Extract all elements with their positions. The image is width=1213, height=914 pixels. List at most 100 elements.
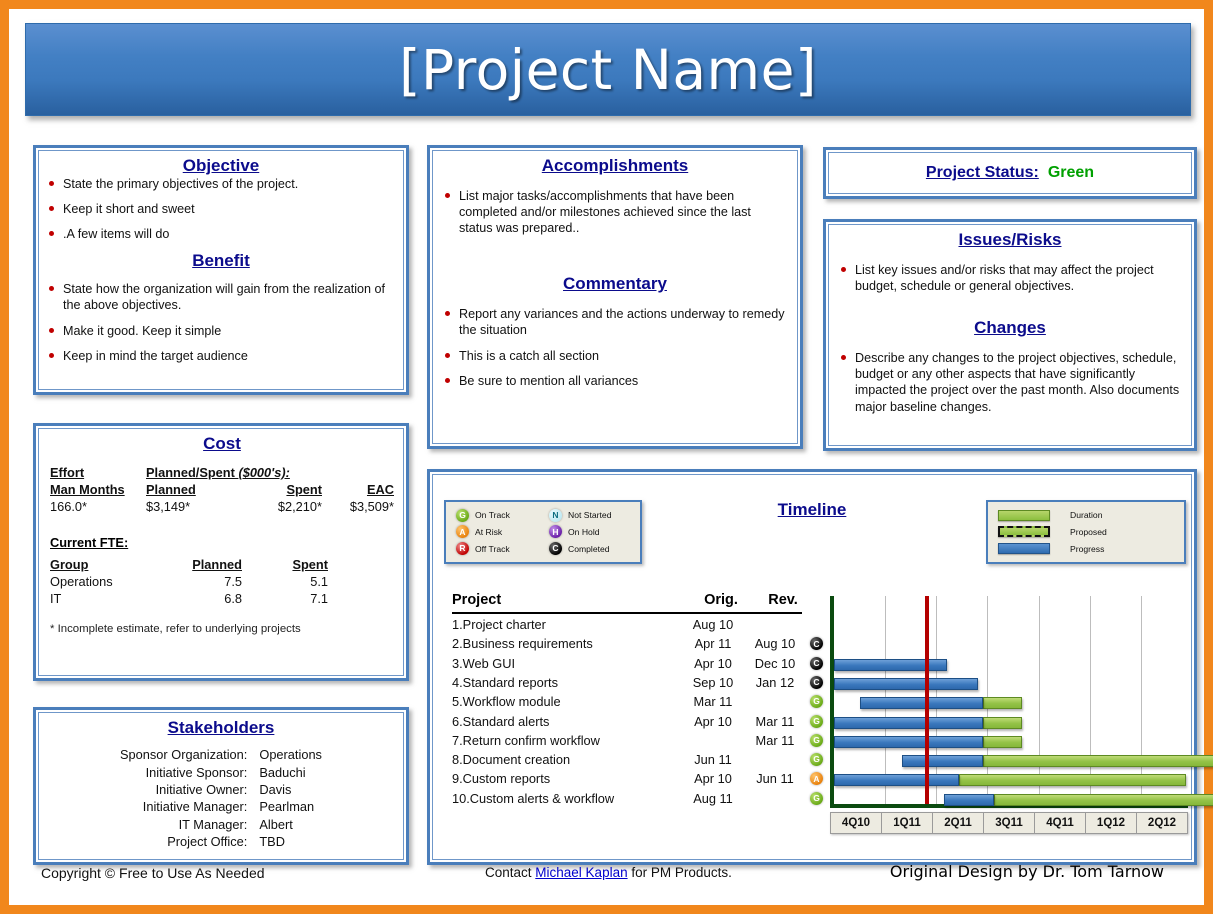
legend-label: Completed [568, 543, 610, 554]
gridline [1140, 596, 1142, 804]
project-status-label: Project Status: [925, 164, 1039, 181]
quarter-label: 1Q11 [882, 813, 933, 833]
project-title-banner: [Project Name] [25, 23, 1191, 116]
quarter-label: 2Q11 [933, 813, 984, 833]
contact-link[interactable]: Michael Kaplan [535, 865, 627, 880]
gantt-orig-date: Apr 10 [694, 713, 732, 729]
stakeholder-label: Initiative Owner: [155, 781, 248, 797]
stakeholders-row-container: Sponsor Organization: Operations Initiativ… [120, 746, 322, 850]
table-row: 5.Workflow module Mar 11 G [452, 694, 823, 713]
val-eac: $3,509* [349, 499, 394, 514]
rag-a-icon: A [810, 772, 823, 786]
gantt-bar-progress [944, 793, 994, 806]
gantt-bar-duration [983, 697, 1023, 710]
gantt-bar-duration [958, 774, 1186, 787]
gantt-plot-area [830, 596, 1213, 808]
rag-g-icon: G [810, 791, 823, 805]
legend-item: N Not Started [543, 507, 636, 524]
col-group: Group [50, 557, 89, 572]
col-eac: EAC [366, 482, 394, 497]
gantt-orig-date: Mar 11 [693, 694, 733, 710]
stakeholder-row: Initiative Sponsor: Baduchi [120, 763, 322, 780]
table-row: 2.Business requirements Apr 11 Aug 10 C [452, 636, 823, 655]
accomplishments-bullet-list: List major tasks/accomplishments that ha… [442, 188, 788, 236]
issues-heading: Issues/Risks [958, 230, 1062, 249]
benefit-bullet: Keep in mind the target audience [46, 348, 396, 364]
contact-prefix: Contact [485, 865, 536, 880]
legend-label: Off Track [475, 543, 510, 554]
effort-label: Effort [50, 465, 85, 480]
status-badge: Green [1047, 164, 1095, 181]
table-row: 7.Return confirm workflow Mar 11 G [452, 733, 823, 752]
stakeholder-label: Project Office: [167, 834, 248, 850]
page-frame: [Project Name] Objective State the prima… [0, 0, 1213, 914]
stakeholder-value: Baduchi [259, 764, 306, 780]
gantt-orig-date: Apr 11 [694, 636, 732, 652]
stakeholder-label: Initiative Manager: [142, 799, 248, 815]
accomplishments-heading: Accomplishments [541, 156, 689, 175]
changes-bullet-list: Describe any changes to the project obje… [838, 350, 1182, 414]
rag-g-icon: G [810, 695, 823, 709]
commentary-heading: Commentary [563, 274, 667, 294]
stakeholder-row: Initiative Manager: Pearlman [120, 798, 322, 815]
gantt-bar-duration [993, 793, 1213, 806]
commentary-bullet: Report any variances and the actions und… [442, 306, 788, 338]
gantt-orig-date: Aug 10 [692, 617, 734, 632]
stakeholder-label: IT Manager: [178, 816, 248, 832]
legend-item: Progress [992, 540, 1180, 557]
legend-swatch-duration [998, 509, 1050, 521]
gantt-task-name: 1.Project charter [452, 617, 546, 632]
gantt-chart: Project Orig. Rev. 1.Project charter Aug … [444, 592, 1213, 854]
quarter-label: 4Q10 [831, 813, 882, 833]
accomplishment-bullet: List major tasks/accomplishments that ha… [442, 188, 788, 236]
gantt-bar-progress [834, 658, 947, 671]
current-fte-heading: Current FTE: [50, 535, 129, 550]
stakeholders-heading: Stakeholders [167, 718, 275, 737]
bar-legend: Duration Proposed Progress [986, 500, 1186, 564]
col-man-months: Man Months [50, 482, 125, 497]
legend-label: At Risk [475, 526, 503, 537]
gridline [1089, 596, 1091, 804]
gantt-bar-progress [834, 716, 984, 729]
gantt-bar-duration [983, 716, 1023, 729]
legend-swatch-progress [998, 543, 1050, 555]
table-row: 6.Standard alerts Apr 10 Mar 11 G [452, 713, 823, 733]
table-row: 9.Custom reports Apr 10 Jun 11 A [452, 771, 823, 790]
change-bullet: Describe any changes to the project obje… [838, 350, 1182, 414]
stakeholders-body: Stakeholders Sponsor Organization: Operat… [48, 718, 394, 850]
gantt-orig-date: Sep 10 [692, 674, 734, 690]
benefit-bullet: Make it good. Keep it simple [46, 323, 396, 339]
col-project: Project [452, 592, 502, 608]
gridline [1038, 596, 1040, 804]
commentary-bullet: This is a catch all section [442, 348, 788, 364]
gantt-rev-date: Jun 11 [756, 771, 794, 787]
quarter-axis: 4Q10 1Q11 2Q11 3Q11 4Q11 1Q12 2Q12 [830, 812, 1188, 834]
cost-footnote: * Incomplete estimate, refer to underlyi… [50, 623, 301, 635]
quarter-label: 2Q12 [1147, 817, 1177, 829]
legend-label: Progress [1070, 543, 1105, 554]
rag-c-icon: C [549, 542, 562, 556]
stakeholder-value: Davis [259, 781, 292, 797]
gantt-bar-progress [901, 755, 984, 768]
rag-a-icon: A [456, 525, 469, 539]
col-fte-spent: Spent [292, 557, 328, 572]
fte-group: IT [50, 591, 62, 606]
fte-planned: 7.5 [224, 574, 242, 589]
rag-n-icon: N [549, 508, 562, 522]
fte-planned: 6.8 [224, 591, 242, 606]
stakeholder-value: Pearlman [259, 799, 315, 815]
project-status-body: Project Status: Green [826, 150, 1194, 196]
commentary-bullet: Be sure to mention all variances [442, 373, 788, 389]
table-row: IT 6.8 7.1 [50, 590, 394, 607]
col-planned: Planned [146, 482, 196, 497]
rag-g-icon: G [810, 753, 823, 767]
fte-group: Operations [50, 574, 113, 589]
legend-label: Duration [1070, 510, 1103, 521]
changes-heading: Changes [974, 318, 1046, 338]
accomplishments-panel: Accomplishments List major tasks/accompl… [427, 145, 803, 449]
objective-body: Objective State the primary objectives o… [46, 156, 396, 373]
stakeholder-label: Sponsor Organization: [120, 747, 248, 763]
gantt-orig-date: Aug 11 [693, 790, 733, 806]
rag-c-icon: C [810, 675, 823, 689]
gantt-bar-duration [983, 735, 1023, 748]
